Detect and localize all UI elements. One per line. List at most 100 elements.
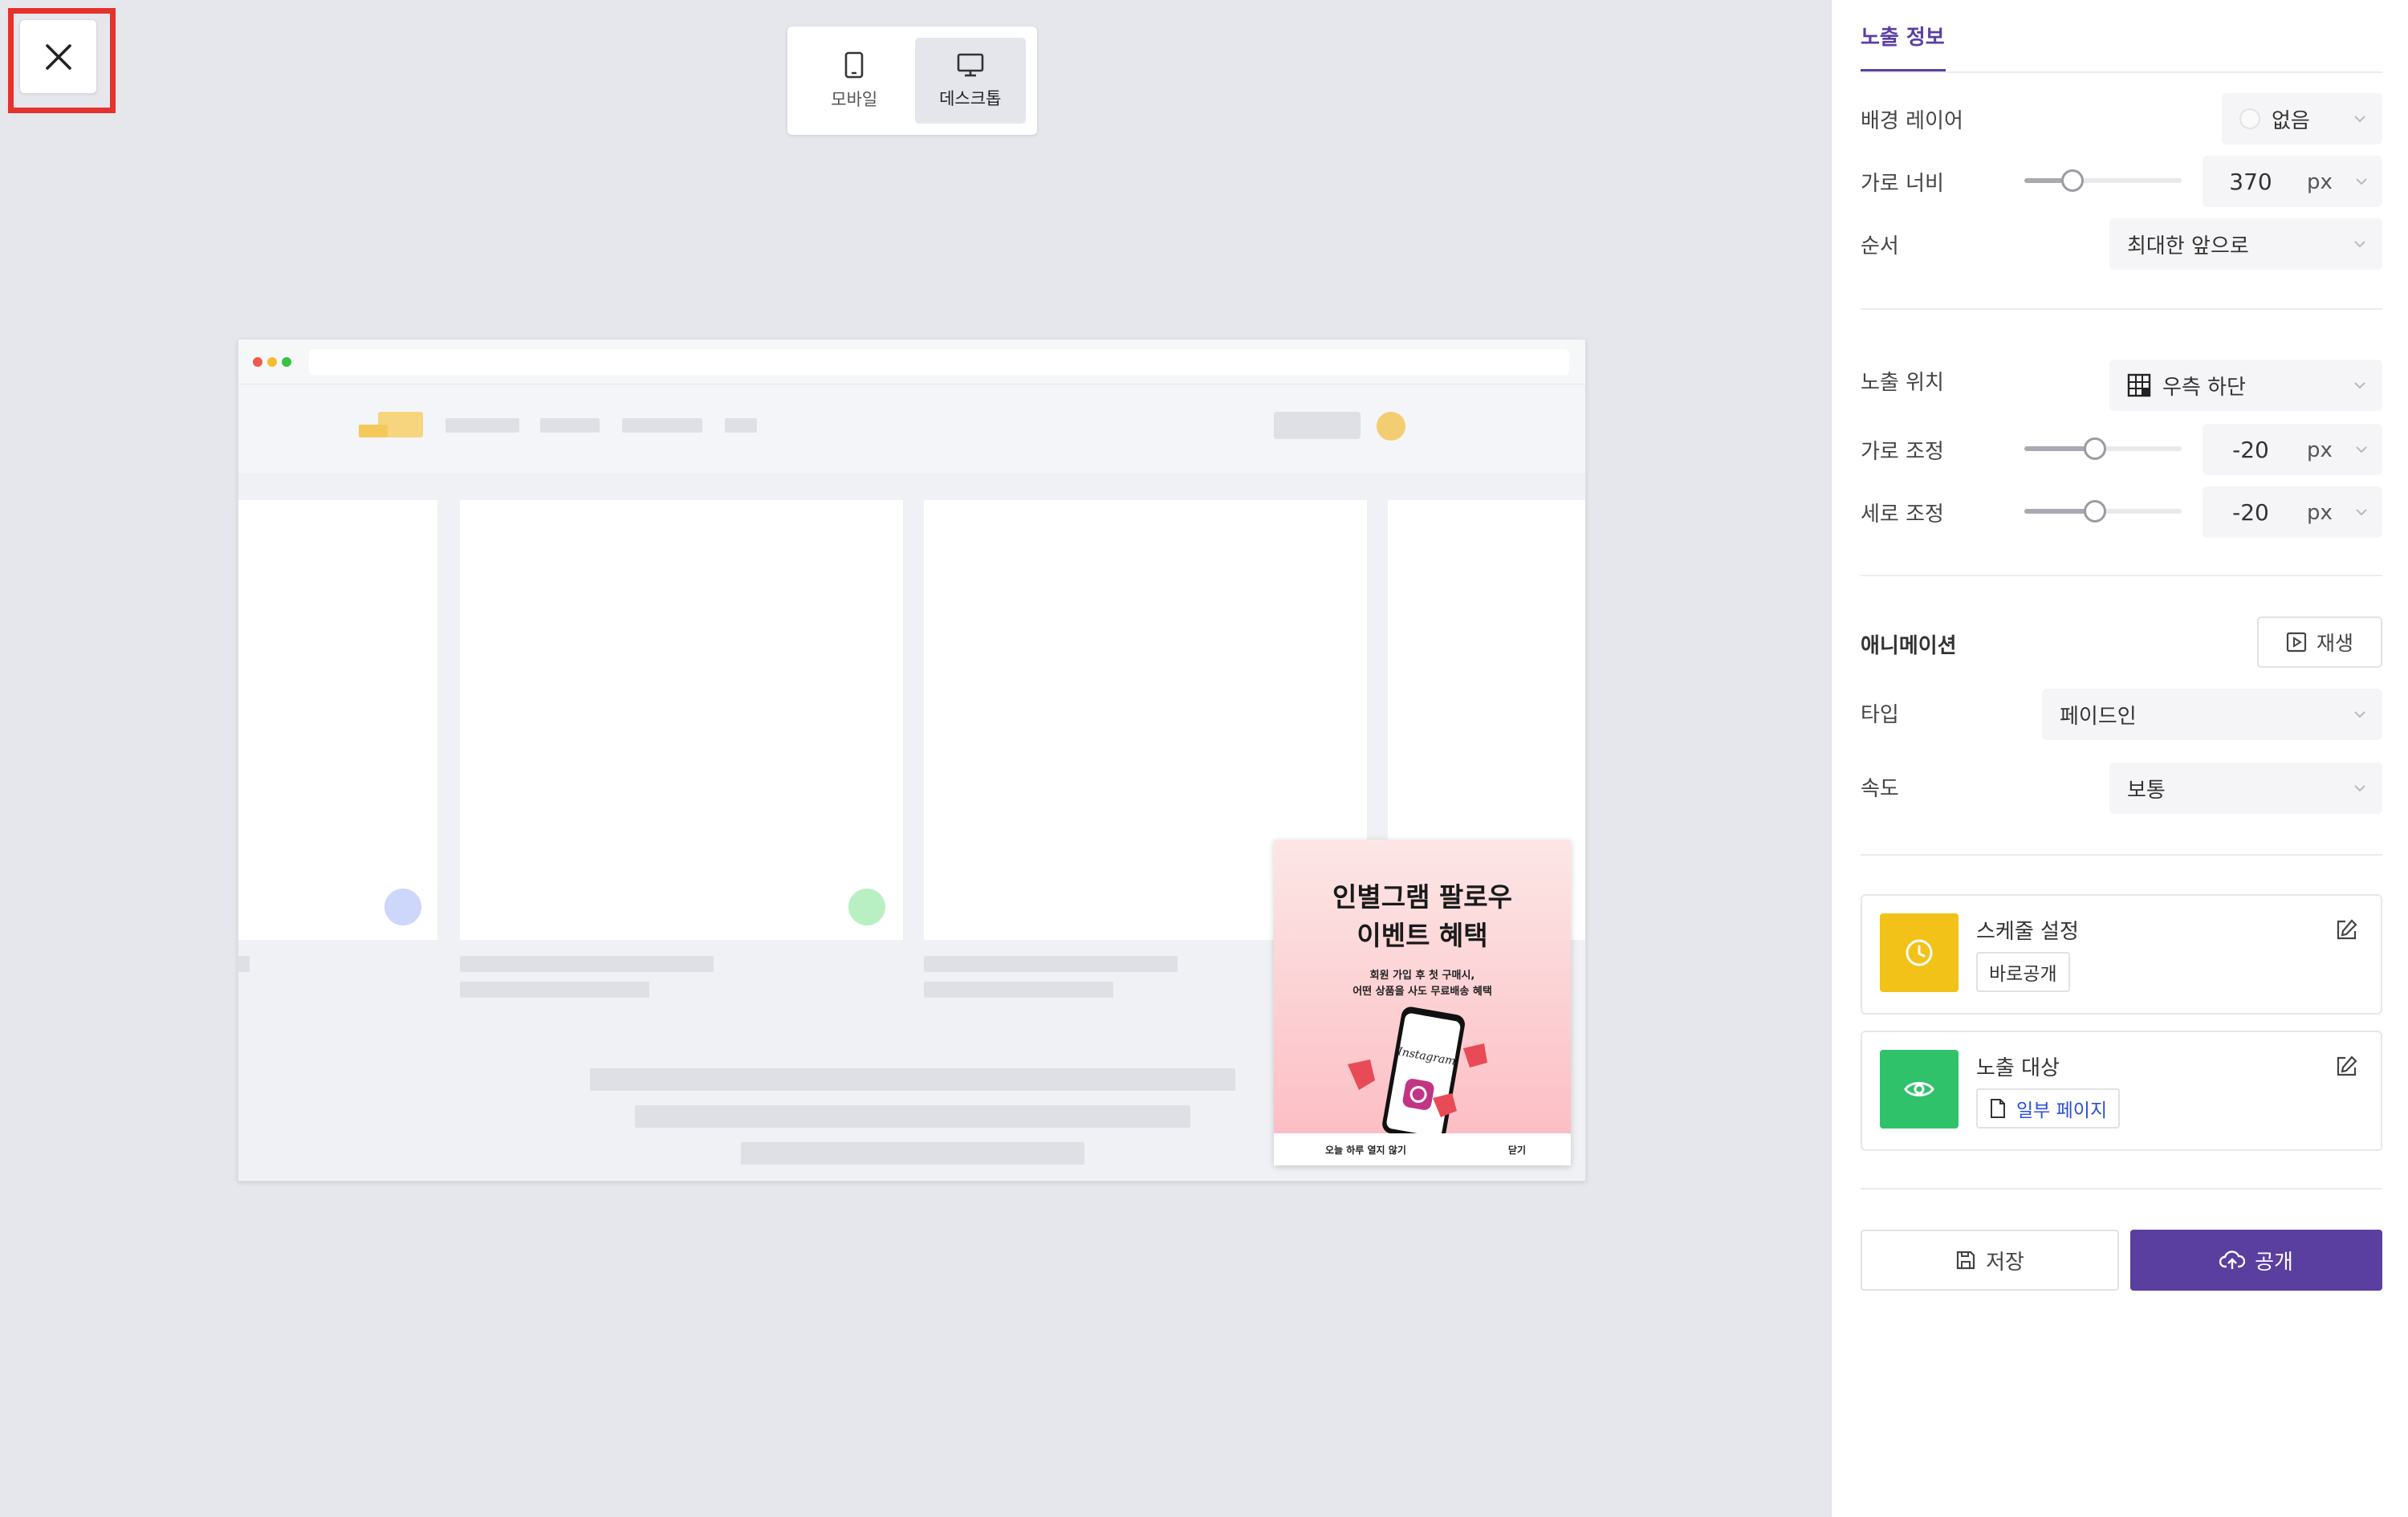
desktop-view-button[interactable]: 데스크톱 (914, 38, 1026, 124)
play-icon (2286, 632, 2307, 653)
target-icon-box (1880, 1050, 1959, 1129)
width-value: 370 (2229, 169, 2272, 195)
anim-speed-select[interactable]: 보통 (2109, 763, 2382, 814)
color-swatch-icon (2239, 108, 2260, 129)
offset-y-slider[interactable] (2024, 500, 2182, 523)
target-title: 노출 대상 (1976, 1056, 2060, 1080)
target-chip-label: 일부 페이지 (2016, 1100, 2108, 1121)
card-dot (384, 889, 421, 925)
window-zoom-dot (282, 357, 291, 367)
site-header-placeholder (238, 384, 1585, 473)
window-minimize-dot (267, 357, 277, 367)
width-slider[interactable] (2024, 169, 2182, 192)
text-placeholder (460, 982, 649, 998)
section-divider (1861, 308, 2382, 310)
bg-layer-value: 없음 (2272, 108, 2310, 133)
schedule-chip-label: 바로공개 (1989, 964, 2057, 985)
clock-icon (1906, 939, 1933, 966)
offset-y-slider-thumb[interactable] (2084, 500, 2106, 523)
order-value: 최대한 앞으로 (2127, 234, 2249, 258)
chevron-down-icon (2356, 509, 2367, 516)
popup-preview[interactable]: 인별그램 팔로우 이벤트 혜택 회원 가입 후 첫 구매시, 어떤 상품을 사도… (1274, 840, 1571, 1165)
offset-x-unit: px (2307, 438, 2333, 462)
offset-y-unit: px (2307, 501, 2333, 525)
width-label: 가로 너비 (1861, 172, 1944, 196)
chevron-down-icon (2356, 446, 2367, 453)
publish-button[interactable]: 공개 (2130, 1230, 2382, 1291)
position-select[interactable]: 우측 하단 (2109, 360, 2382, 411)
offset-x-slider-thumb[interactable] (2084, 437, 2106, 460)
chevron-down-icon (2354, 241, 2365, 248)
bg-layer-label: 배경 레이어 (1861, 109, 1963, 133)
instagram-phone-illustration: Instagram (1348, 1007, 1487, 1137)
grid-position-icon (2127, 373, 2151, 397)
save-button[interactable]: 저장 (1861, 1230, 2119, 1291)
chevron-down-icon (2354, 116, 2365, 123)
nav-placeholder (725, 418, 757, 433)
popup-subtitle: 회원 가입 후 첫 구매시, 어떤 상품을 사도 무료배송 혜택 (1352, 970, 1492, 998)
offset-x-slider[interactable] (2024, 437, 2182, 460)
popup-footer: 오늘 하루 열지 않기 닫기 (1274, 1133, 1571, 1165)
position-value: 우측 하단 (2162, 375, 2246, 400)
content-card-placeholder (460, 500, 903, 940)
avatar-placeholder (1377, 412, 1405, 441)
target-card: 노출 대상 일부 페이지 (1861, 1031, 2382, 1151)
footer-placeholder (635, 1105, 1190, 1128)
cloud-upload-icon (2219, 1251, 2246, 1269)
target-chip[interactable]: 일부 페이지 (1976, 1088, 2121, 1129)
schedule-title: 스케줄 설정 (1976, 920, 2079, 944)
position-label: 노출 위치 (1861, 371, 1944, 395)
close-icon (45, 43, 71, 70)
order-select[interactable]: 최대한 앞으로 (2109, 218, 2382, 270)
preview-canvas: 모바일 데스크톱 인별그램 팔로우 이벤트 혜택 회원 가입 후 첫 구매시, … (0, 0, 1831, 1517)
offset-y-input[interactable]: -20 px (2203, 486, 2382, 538)
section-divider (1861, 1188, 2382, 1190)
chevron-down-icon (2354, 785, 2365, 792)
edit-target-icon[interactable] (2334, 1055, 2358, 1079)
anim-type-value: 페이드인 (2060, 704, 2137, 729)
anim-speed-value: 보통 (2127, 778, 2166, 803)
bg-layer-select[interactable]: 없음 (2222, 93, 2382, 144)
animation-play-button[interactable]: 재생 (2257, 616, 2382, 668)
settings-panel: 노출 정보 배경 레이어 없음 가로 너비 370 px 순서 최대한 앞으로 … (1831, 0, 2408, 1517)
popup-close-link[interactable]: 닫기 (1508, 1143, 1526, 1157)
text-placeholder (924, 956, 1178, 972)
anim-type-label: 타입 (1861, 703, 1899, 727)
edit-schedule-icon[interactable] (2334, 918, 2358, 942)
close-button[interactable] (19, 19, 97, 94)
offset-x-input[interactable]: -20 px (2203, 424, 2382, 475)
tab-exposure-info[interactable]: 노출 정보 (1861, 21, 1945, 51)
mobile-view-button[interactable]: 모바일 (799, 38, 910, 124)
chevron-down-icon (2354, 711, 2365, 718)
chevron-down-icon (2354, 382, 2365, 389)
desktop-icon (957, 53, 984, 76)
text-placeholder (924, 982, 1113, 998)
offset-y-label: 세로 조정 (1861, 502, 1944, 527)
content-card-placeholder (238, 500, 437, 940)
schedule-card: 스케줄 설정 바로공개 (1861, 894, 2382, 1015)
section-divider (1861, 575, 2382, 576)
nav-placeholder (445, 418, 519, 433)
eye-icon (1904, 1082, 1934, 1096)
save-icon (1956, 1251, 1975, 1270)
offset-x-label: 가로 조정 (1861, 440, 1944, 464)
chevron-down-icon (2356, 178, 2367, 185)
save-label: 저장 (1986, 1250, 2024, 1275)
card-dot (848, 889, 885, 925)
anim-type-select[interactable]: 페이드인 (2042, 689, 2382, 740)
window-close-dot (253, 357, 262, 367)
offset-y-value: -20 (2232, 499, 2269, 526)
nav-placeholder (622, 418, 702, 433)
page-icon (1991, 1099, 2005, 1118)
width-slider-thumb[interactable] (2061, 169, 2084, 192)
popup-dont-show-today[interactable]: 오늘 하루 열지 않기 (1325, 1143, 1406, 1157)
header-button-placeholder (1274, 412, 1361, 439)
tab-divider (1861, 71, 2382, 73)
anim-speed-label: 속도 (1861, 777, 1899, 801)
text-placeholder (238, 956, 250, 972)
width-input[interactable]: 370 px (2203, 156, 2382, 207)
section-divider (1861, 854, 2382, 856)
text-placeholder (460, 956, 714, 972)
publish-label: 공개 (2255, 1250, 2293, 1275)
footer-placeholder (590, 1068, 1235, 1091)
